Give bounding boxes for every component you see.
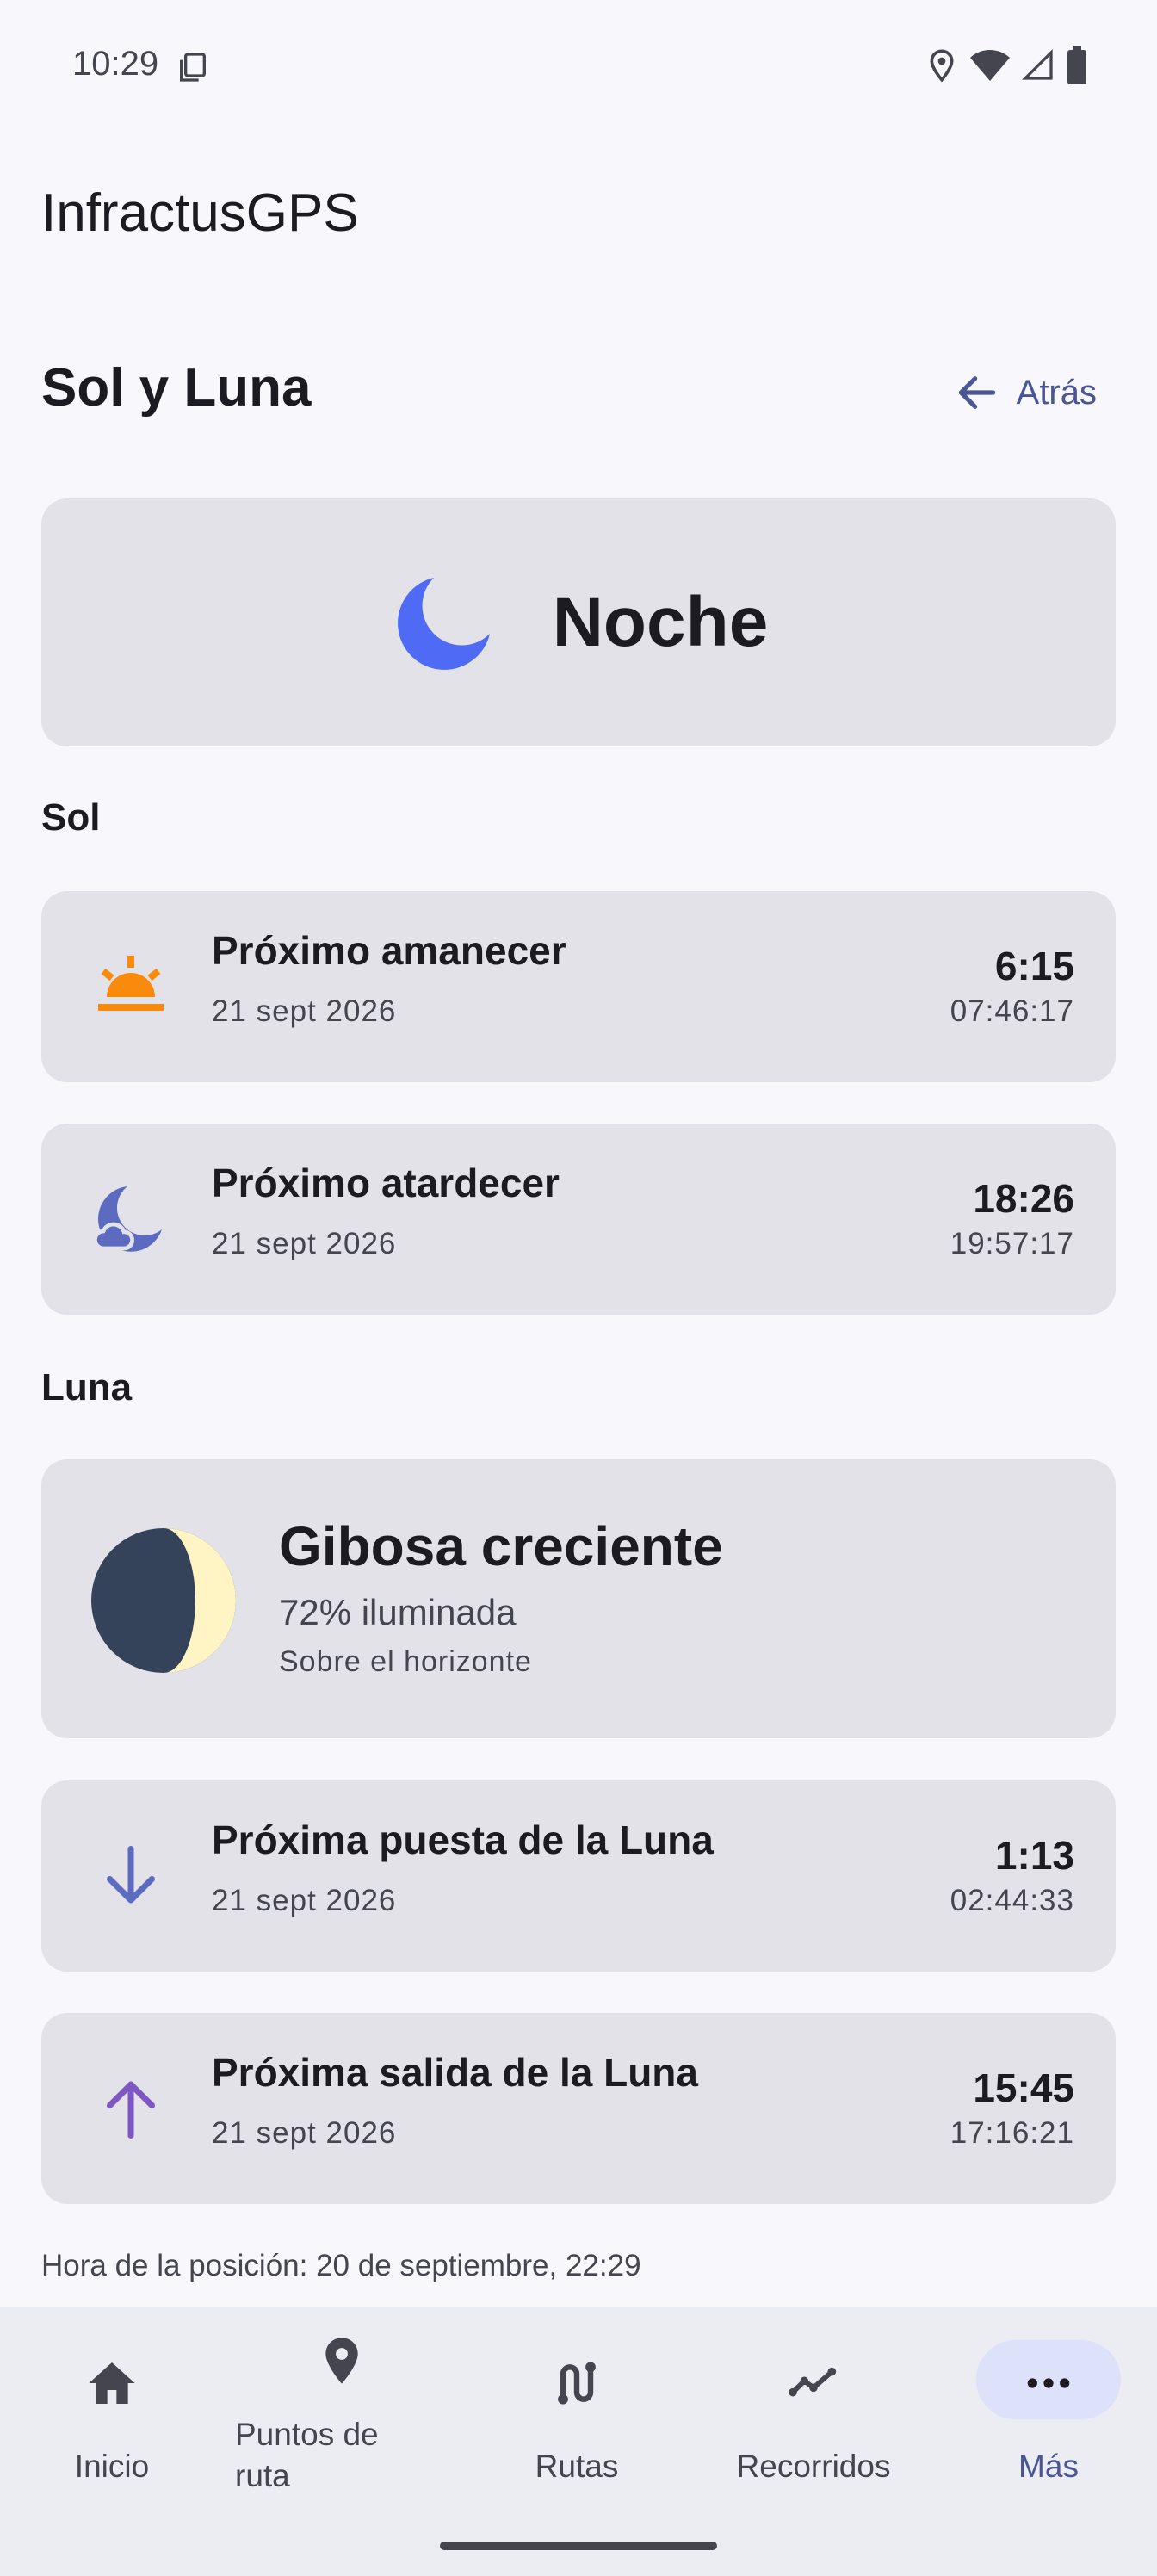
day-night-status-card: Noche [41,498,1116,746]
status-time: 10:29 [72,45,159,83]
nav-label-mas: Más [1018,2449,1079,2484]
cell-signal-icon [1021,48,1053,80]
moonrise-card: Próxima salida de la Luna 21 sept 2026 1… [41,2013,1116,2204]
sun-section-label: Sol [41,796,101,839]
sunrise-card: Próximo amanecer 21 sept 2026 6:15 07:46… [41,891,1116,1082]
nav-label-recorridos: Recorridos [736,2449,891,2484]
arrow-back-icon [958,376,995,409]
route-icon [558,2362,596,2405]
bottom-navigation: Inicio Puntos de ruta Rutas Recorridos M… [0,2307,1157,2576]
wifi-icon [970,50,1010,81]
moonrise-title: Próxima salida de la Luna [212,2050,698,2095]
sunset-exact-time: 19:57:17 [950,1227,1074,1260]
moonset-exact-time: 02:44:33 [950,1884,1074,1917]
sunset-time: 18:26 [973,1176,1074,1221]
moon-horizon-status: Sobre el horizonte [279,1645,532,1678]
battery-icon [1067,46,1086,84]
sunset-card: Próximo atardecer 21 sept 2026 18:26 19:… [41,1124,1116,1315]
moonset-time: 1:13 [994,1833,1074,1878]
moonset-date: 21 sept 2026 [212,1884,397,1917]
more-horizontal-icon [1027,2378,1070,2388]
back-button[interactable]: Atrás [944,362,1105,424]
status-icons [925,46,1088,84]
sunrise-icon [98,956,164,1011]
sunrise-title: Próximo amanecer [212,928,566,973]
back-button-label: Atrás [1016,373,1097,412]
home-icon [89,2362,135,2404]
day-night-state: Noche [552,583,769,661]
moonrise-date: 21 sept 2026 [212,2116,397,2150]
home-indicator[interactable] [440,2542,717,2550]
moonset-title: Próxima puesta de la Luna [212,1817,714,1862]
app-title: InfractusGPS [41,183,359,243]
nav-item-recorridos[interactable]: Recorridos [702,2307,925,2523]
moon-illumination: 72% iluminada [279,1592,517,1632]
nav-item-rutas[interactable]: Rutas [465,2307,689,2523]
nav-item-mas[interactable]: Más [937,2307,1157,2523]
nav-label-puntos-de-ruta: Puntos de ruta [235,2417,379,2493]
location-status-icon [930,49,954,83]
page-title: Sol y Luna [41,358,312,418]
moon-phase-icon [91,1528,236,1673]
sunrise-exact-time: 07:46:17 [950,994,1074,1028]
moon-section-label: Luna [41,1366,133,1409]
sunrise-date: 21 sept 2026 [212,994,397,1028]
arrow-down-icon [107,1846,155,1904]
moonset-card: Próxima puesta de la Luna 21 sept 2026 1… [41,1780,1116,1972]
arrow-up-icon [107,2081,155,2139]
night-cloud-icon [93,1186,162,1252]
nav-label-rutas: Rutas [535,2449,619,2484]
sunrise-time: 6:15 [994,944,1074,988]
moonrise-exact-time: 17:16:21 [950,2116,1074,2150]
moon-phase-card: Gibosa creciente 72% iluminada Sobre el … [41,1459,1116,1738]
screenshot-notification-icon [180,53,206,82]
status-bar: 10:29 [0,0,1157,129]
sunset-title: Próximo atardecer [212,1161,560,1205]
nav-item-puntos-de-ruta[interactable]: Puntos de ruta [228,2307,486,2523]
chart-line-icon [789,2367,837,2397]
moonrise-time: 15:45 [973,2065,1074,2110]
sunset-date: 21 sept 2026 [212,1227,397,1260]
moon-phase-name: Gibosa creciente [279,1515,723,1577]
nav-label-inicio: Inicio [74,2449,150,2484]
position-time-footnote: Hora de la posición: 20 de septiembre, 2… [41,2249,641,2282]
location-pin-icon [325,2338,358,2384]
nav-item-inicio[interactable]: Inicio [0,2307,224,2523]
moon-icon [397,578,490,670]
